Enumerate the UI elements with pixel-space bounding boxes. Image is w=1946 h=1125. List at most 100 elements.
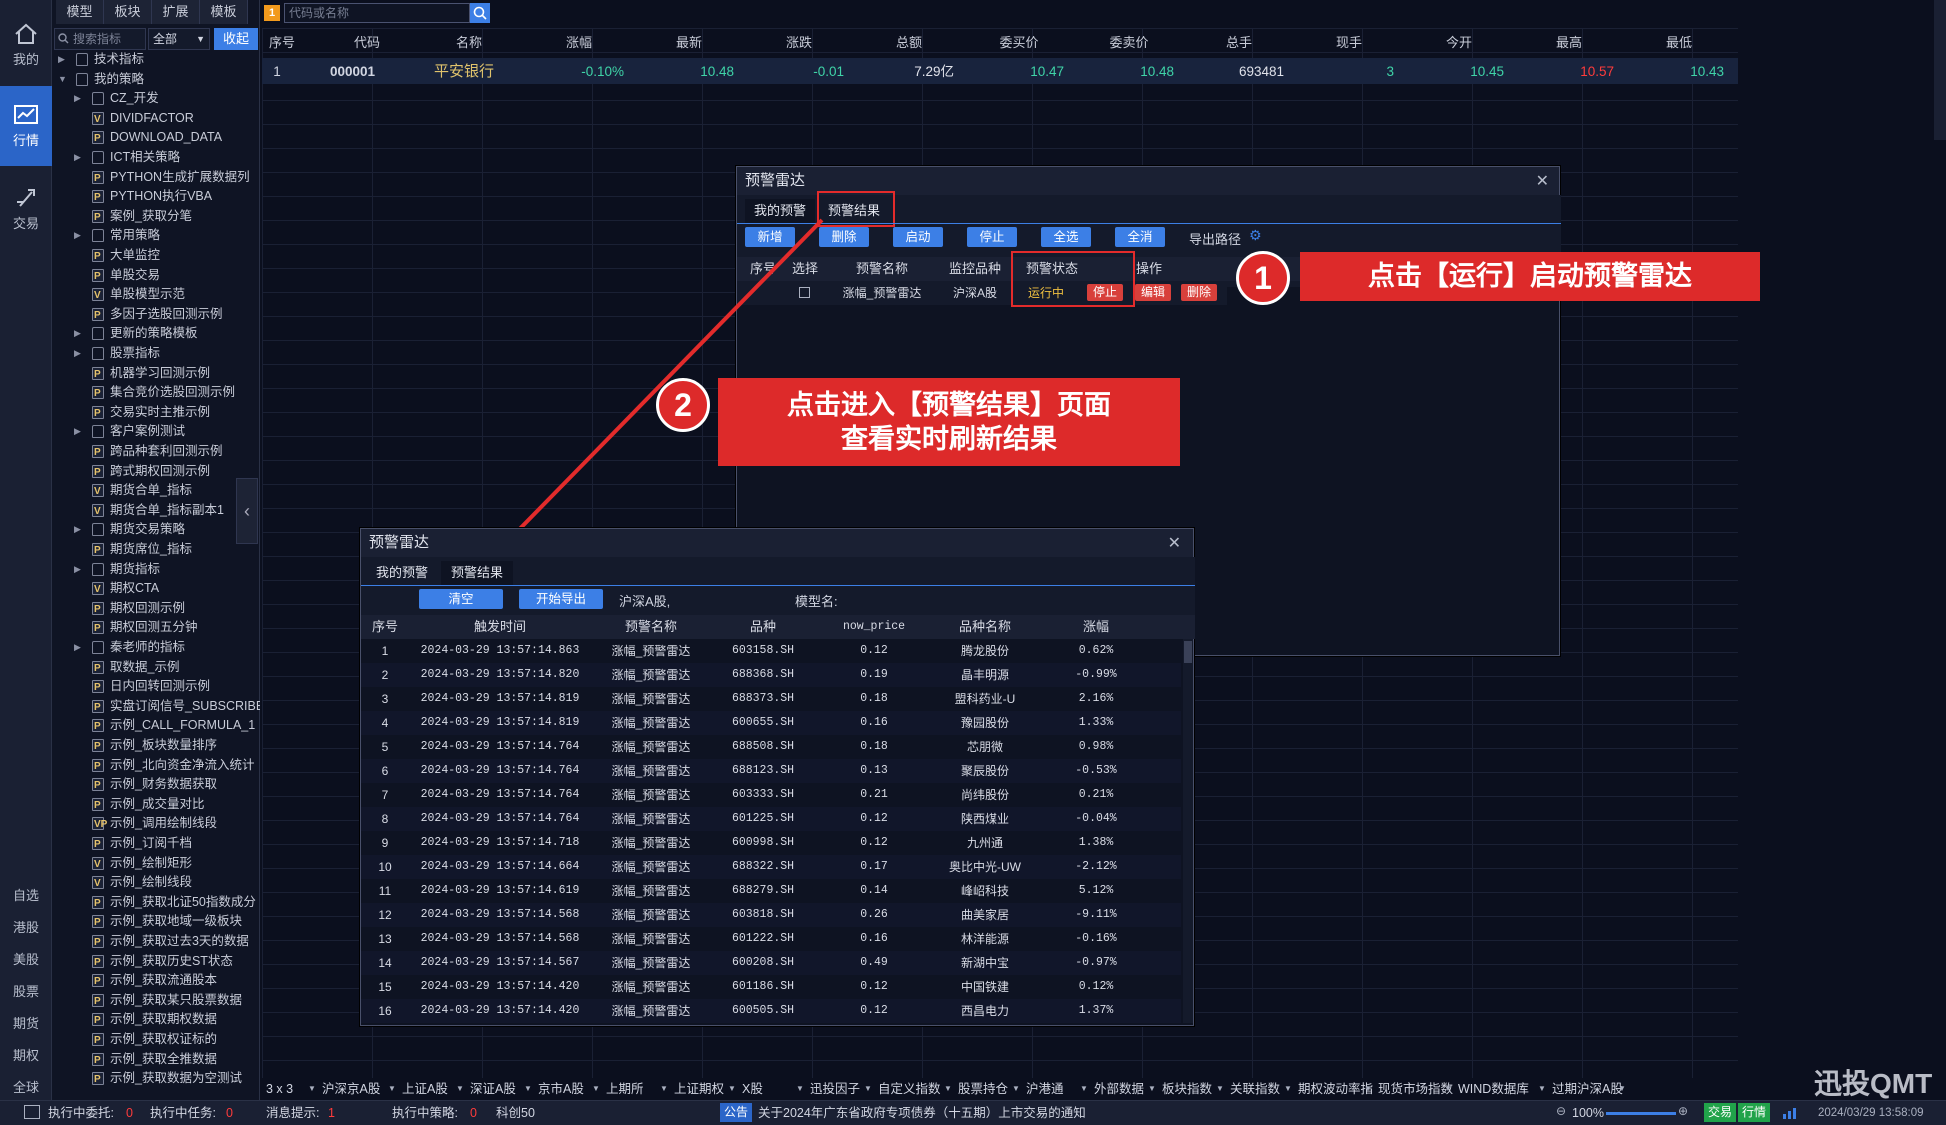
result-row[interactable]: 13 2024-03-29 13:57:14.568 涨幅_预警雷达 601222.S… xyxy=(361,927,1181,951)
tab-my-alerts[interactable]: 我的预警 xyxy=(367,561,437,585)
tab-dropdown-icon[interactable]: ▼ xyxy=(864,1080,872,1098)
market-tab[interactable]: WIND数据库 xyxy=(1458,1080,1529,1098)
result-cell: 2024-03-29 13:57:14.764 xyxy=(420,764,580,777)
result-row[interactable]: 6 2024-03-29 13:57:14.764 涨幅_预警雷达 688123.SH… xyxy=(361,759,1181,783)
result-cell: 芯朋微 xyxy=(966,740,1003,754)
quote-status-badge[interactable]: 行情 xyxy=(1738,1103,1770,1122)
tab-dropdown-icon[interactable]: ▼ xyxy=(1538,1080,1546,1098)
result-cell: 西昌电力 xyxy=(960,1004,1009,1018)
result-cell: -0.16% xyxy=(1075,932,1117,945)
result-row[interactable]: 16 2024-03-29 13:57:14.420 涨幅_预警雷达 600505.S… xyxy=(361,999,1181,1023)
result-cell: 九州通 xyxy=(966,836,1003,850)
result-cell: 曲美家居 xyxy=(960,908,1009,922)
tab-dropdown-icon[interactable]: ▼ xyxy=(524,1080,532,1098)
start-export-button[interactable]: 开始导出 xyxy=(519,589,603,609)
zoom-out-icon[interactable]: ⊖ xyxy=(1556,1104,1566,1118)
result-cell: 0.17 xyxy=(860,860,888,873)
notice-badge[interactable]: 公告 xyxy=(720,1103,752,1122)
result-cell: 0.18 xyxy=(860,692,888,705)
market-tab[interactable]: 外部数据 xyxy=(1094,1080,1144,1098)
result-cell: 15 xyxy=(378,980,392,994)
tab-dropdown-icon[interactable]: ▼ xyxy=(388,1080,396,1098)
result-row[interactable]: 15 2024-03-29 13:57:14.420 涨幅_预警雷达 601186.S… xyxy=(361,975,1181,999)
result-cell: 峰岹科技 xyxy=(960,884,1009,898)
result-cell: 600505.SH xyxy=(731,1004,795,1017)
result-row[interactable]: 12 2024-03-29 13:57:14.568 涨幅_预警雷达 603818.S… xyxy=(361,903,1181,927)
market-tab[interactable]: 上证A股 xyxy=(402,1080,448,1098)
market-tab[interactable]: 过期沪深A股 xyxy=(1552,1080,1623,1098)
result-cell: 11 xyxy=(378,884,392,898)
scrollbar-thumb[interactable] xyxy=(1184,641,1192,663)
close-icon[interactable]: ✕ xyxy=(1168,533,1181,553)
tab-dropdown-icon[interactable]: ▼ xyxy=(1216,1080,1224,1098)
monitor-icon[interactable] xyxy=(24,1105,40,1119)
result-cell: 0.16 xyxy=(860,716,888,729)
notice-text[interactable]: 关于2024年广东省政府专项债券（十五期）上市交易的通知 xyxy=(758,1104,1086,1122)
result-cell: 晶丰明源 xyxy=(960,668,1009,682)
tab-dropdown-icon[interactable]: ▼ xyxy=(728,1080,736,1098)
tab-dropdown-icon[interactable]: ▼ xyxy=(660,1080,668,1098)
result-cell: -9.11% xyxy=(1075,908,1117,921)
result-row[interactable]: 8 2024-03-29 13:57:14.764 涨幅_预警雷达 601225.SH… xyxy=(361,807,1181,831)
tab-dropdown-icon[interactable]: ▼ xyxy=(1148,1080,1156,1098)
tab-dropdown-icon[interactable]: ▼ xyxy=(1012,1080,1020,1098)
market-tab[interactable]: 深证A股 xyxy=(470,1080,516,1098)
result-row[interactable]: 3 2024-03-29 13:57:14.819 涨幅_预警雷达 688373.SH… xyxy=(361,687,1181,711)
market-tab[interactable]: 上证期权 xyxy=(674,1080,724,1098)
market-tab[interactable]: 3 x 3 xyxy=(266,1080,293,1098)
result-cell: 聚辰股份 xyxy=(960,764,1009,778)
market-tab[interactable]: 迅投因子 xyxy=(810,1080,860,1098)
zoom-in-icon[interactable]: ⊕ xyxy=(1678,1104,1688,1118)
result-cell: 0.12 xyxy=(860,836,888,849)
result-cell: 14 xyxy=(378,956,392,970)
result-row[interactable]: 2 2024-03-29 13:57:14.820 涨幅_预警雷达 688368.SH… xyxy=(361,663,1181,687)
market-tab[interactable]: 沪港通 xyxy=(1026,1080,1064,1098)
result-cell: 2024-03-29 13:57:14.820 xyxy=(420,668,580,681)
result-cell: 0.19 xyxy=(860,668,888,681)
result-row[interactable]: 11 2024-03-29 13:57:14.619 涨幅_预警雷达 688279.S… xyxy=(361,879,1181,903)
result-cell: 豫园股份 xyxy=(960,716,1009,730)
tab-dropdown-icon[interactable]: ▼ xyxy=(944,1080,952,1098)
tab-dropdown-icon[interactable]: ▼ xyxy=(456,1080,464,1098)
tab-alert-results[interactable]: 预警结果 xyxy=(441,561,513,585)
result-cell: 2024-03-29 13:57:14.420 xyxy=(420,980,580,993)
market-tab[interactable]: 股票持仓 xyxy=(958,1080,1008,1098)
col-trigger-time: 触发时间 xyxy=(473,619,526,634)
tab-dropdown-icon[interactable]: ▼ xyxy=(308,1080,316,1098)
market-tab[interactable]: X股 xyxy=(742,1080,763,1098)
result-row[interactable]: 7 2024-03-29 13:57:14.764 涨幅_预警雷达 603333.SH… xyxy=(361,783,1181,807)
market-tab[interactable]: 现货市场指数 xyxy=(1378,1080,1453,1098)
result-row[interactable]: 10 2024-03-29 13:57:14.664 涨幅_预警雷达 688322.S… xyxy=(361,855,1181,879)
result-cell: 688279.SH xyxy=(731,884,795,897)
tab-dropdown-icon[interactable]: ▼ xyxy=(1284,1080,1292,1098)
market-tab[interactable]: 京市A股 xyxy=(538,1080,584,1098)
tab-dropdown-icon[interactable]: ▼ xyxy=(1364,1080,1372,1098)
tab-dropdown-icon[interactable]: ▼ xyxy=(796,1080,804,1098)
result-cell: 涨幅_预警雷达 xyxy=(611,692,691,706)
tab-dropdown-icon[interactable]: ▼ xyxy=(1080,1080,1088,1098)
tab-dropdown-icon[interactable]: ▼ xyxy=(1618,1080,1626,1098)
market-tab[interactable]: 期权波动率指 xyxy=(1298,1080,1373,1098)
message-label[interactable]: 消息提示: xyxy=(266,1104,319,1122)
result-cell: -0.97% xyxy=(1075,956,1117,969)
clear-results-button[interactable]: 清空 xyxy=(419,589,503,609)
result-cell: 688373.SH xyxy=(731,692,795,705)
result-row[interactable]: 1 2024-03-29 13:57:14.863 涨幅_预警雷达 603158.SH… xyxy=(361,639,1181,663)
market-tab[interactable]: 关联指数 xyxy=(1230,1080,1280,1098)
result-cell: 0.12 xyxy=(860,1004,888,1017)
result-row[interactable]: 4 2024-03-29 13:57:14.819 涨幅_预警雷达 600655.SH… xyxy=(361,711,1181,735)
result-cell: 2024-03-29 13:57:14.568 xyxy=(420,908,580,921)
market-tab[interactable]: 上期所 xyxy=(606,1080,644,1098)
result-row[interactable]: 5 2024-03-29 13:57:14.764 涨幅_预警雷达 688508.SH… xyxy=(361,735,1181,759)
market-tab[interactable]: 自定义指数 xyxy=(878,1080,941,1098)
zoom-slider[interactable] xyxy=(1606,1112,1676,1115)
result-row[interactable]: 14 2024-03-29 13:57:14.567 涨幅_预警雷达 600208.S… xyxy=(361,951,1181,975)
market-tab[interactable]: 板块指数 xyxy=(1162,1080,1212,1098)
results-scrollbar[interactable] xyxy=(1183,639,1193,1023)
result-row[interactable]: 9 2024-03-29 13:57:14.718 涨幅_预警雷达 600998.SH… xyxy=(361,831,1181,855)
trade-status-badge[interactable]: 交易 xyxy=(1704,1103,1736,1122)
market-tab[interactable]: 沪深京A股 xyxy=(322,1080,380,1098)
tab-dropdown-icon[interactable]: ▼ xyxy=(1444,1080,1452,1098)
result-cell: 8 xyxy=(381,812,389,826)
tab-dropdown-icon[interactable]: ▼ xyxy=(592,1080,600,1098)
